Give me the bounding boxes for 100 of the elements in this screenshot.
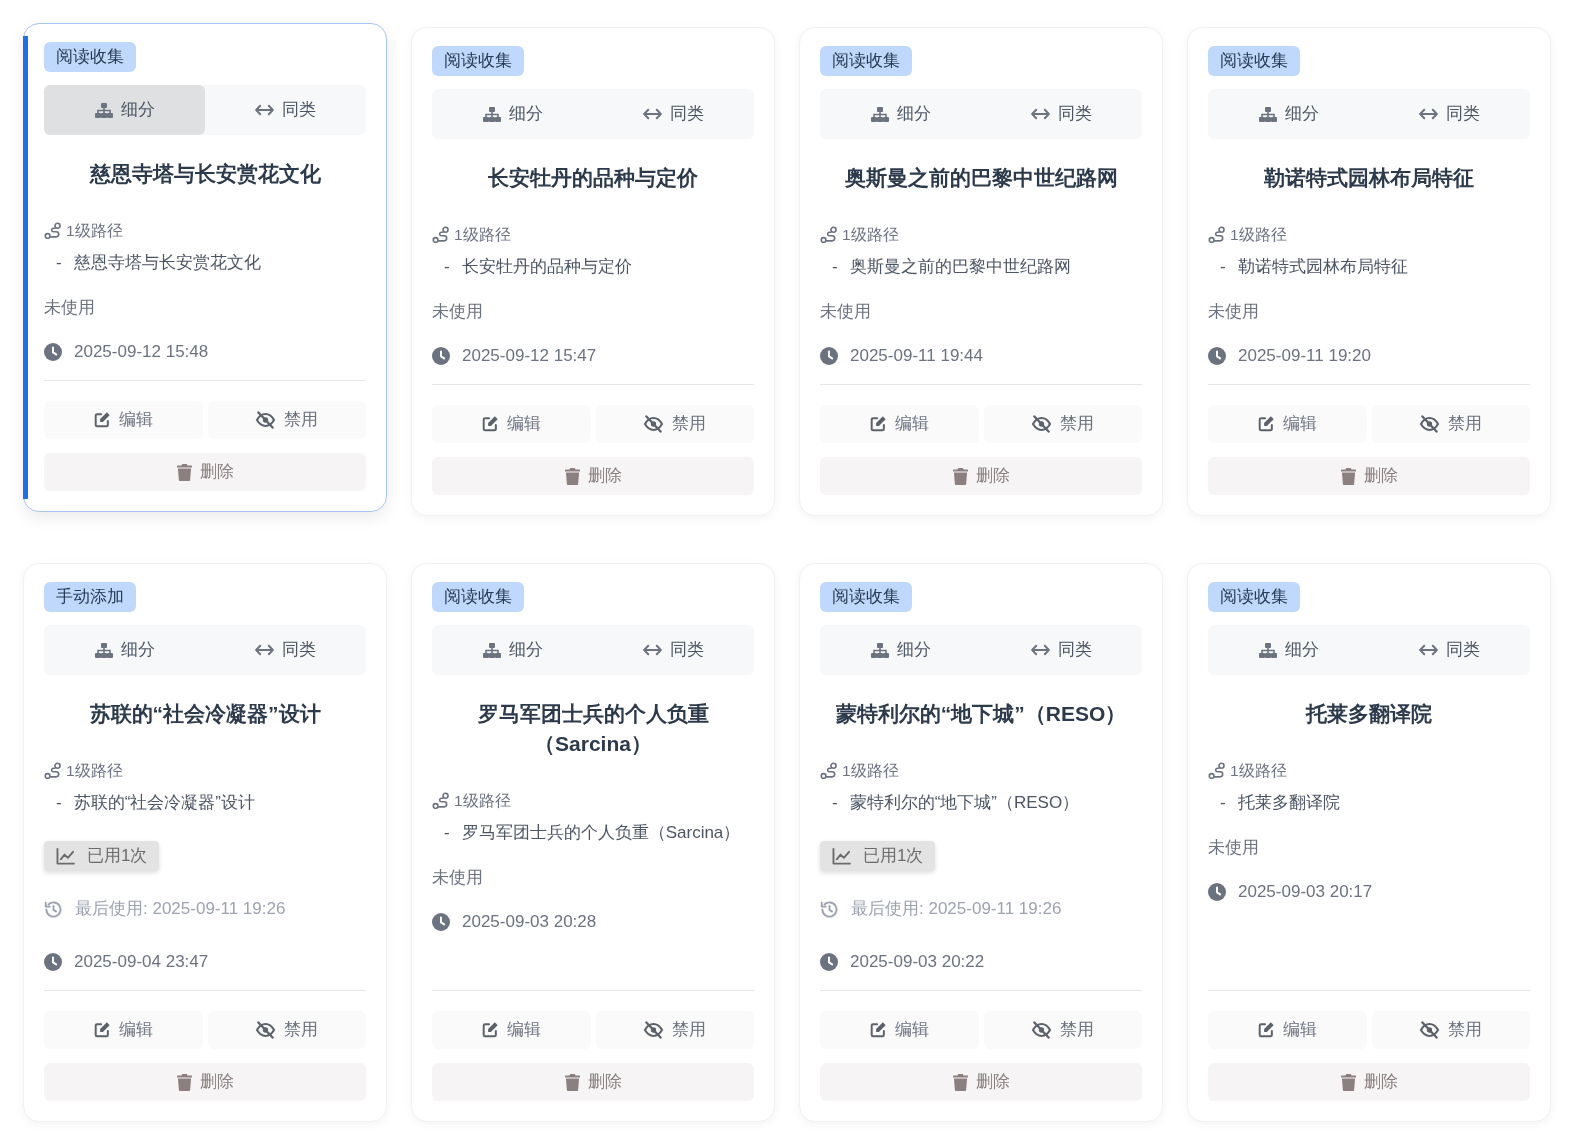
list-dash: - — [1220, 792, 1226, 814]
category-tag: 阅读收集 — [432, 582, 524, 612]
sitemap-icon — [1258, 642, 1277, 658]
path-level-label: 1级路径 — [66, 761, 123, 781]
list-dash: - — [444, 822, 450, 844]
delete-button[interactable]: 删除 — [432, 457, 754, 495]
edit-icon — [93, 411, 112, 429]
edit-icon — [93, 1021, 112, 1039]
edit-button[interactable]: 编辑 — [44, 1011, 203, 1049]
view-tab[interactable]: 同类 — [1369, 89, 1530, 139]
trash-icon — [952, 467, 968, 485]
created-time: 2025-09-12 15:48 — [74, 341, 209, 363]
created-time: 2025-09-03 20:22 — [850, 951, 985, 973]
view-tab[interactable]: 细分 — [44, 85, 205, 135]
path-level-label: 1级路径 — [66, 221, 123, 241]
trash-icon — [564, 467, 580, 485]
path-item: 慈恩寺塔与长安赏花文化 — [73, 252, 261, 274]
edit-button[interactable]: 编辑 — [432, 1011, 591, 1049]
view-tab[interactable]: 细分 — [432, 89, 593, 139]
usage-count: 已用1次 — [87, 845, 148, 868]
clock-icon — [432, 347, 450, 365]
clock-icon — [1208, 347, 1226, 365]
category-tag: 阅读收集 — [1208, 46, 1300, 76]
category-tag: 阅读收集 — [432, 46, 524, 76]
last-used-time: 最后使用: 2025-09-11 19:26 — [75, 898, 286, 920]
view-tab[interactable]: 细分 — [820, 625, 981, 675]
trash-icon — [176, 1073, 192, 1091]
delete-button[interactable]: 删除 — [44, 1063, 366, 1101]
disable-button[interactable]: 禁用 — [595, 1011, 754, 1049]
disable-button[interactable]: 禁用 — [207, 1011, 366, 1049]
view-tab[interactable]: 细分 — [820, 89, 981, 139]
path-item: 罗马军团士兵的个人负重（Sarcina） — [461, 822, 741, 844]
sitemap-icon — [870, 642, 889, 658]
view-tab[interactable]: 同类 — [981, 89, 1142, 139]
trash-icon — [952, 1073, 968, 1091]
delete-button[interactable]: 删除 — [820, 1063, 1142, 1101]
clock-icon — [44, 953, 62, 971]
disable-button[interactable]: 禁用 — [595, 405, 754, 443]
edit-button[interactable]: 编辑 — [432, 405, 591, 443]
eye-slash-icon — [643, 1021, 665, 1039]
trash-icon — [176, 463, 192, 481]
left-right-arrow-icon — [1031, 644, 1050, 656]
card-title: 托莱多翻译院 — [1304, 701, 1433, 727]
view-tab[interactable]: 细分 — [1208, 89, 1369, 139]
view-tab[interactable]: 同类 — [593, 89, 754, 139]
list-dash: - — [56, 792, 62, 814]
card-title: 蒙特利尔的“地下城”（RESO） — [834, 701, 1128, 727]
eye-slash-icon — [255, 411, 277, 429]
delete-button[interactable]: 删除 — [820, 457, 1142, 495]
disable-button[interactable]: 禁用 — [1371, 405, 1530, 443]
category-tag: 阅读收集 — [1208, 582, 1300, 612]
left-right-arrow-icon — [1031, 108, 1050, 120]
list-dash: - — [56, 252, 62, 274]
usage-status: 未使用 — [1208, 837, 1260, 859]
view-tab[interactable]: 细分 — [1208, 625, 1369, 675]
clock-icon — [1208, 883, 1226, 901]
usage-status: 未使用 — [820, 301, 872, 323]
disable-button[interactable]: 禁用 — [1371, 1011, 1530, 1049]
left-right-arrow-icon — [643, 108, 662, 120]
delete-button[interactable]: 删除 — [1208, 457, 1530, 495]
eye-slash-icon — [1419, 1021, 1441, 1039]
view-tab[interactable]: 同类 — [205, 85, 366, 135]
view-tab[interactable]: 同类 — [593, 625, 754, 675]
edit-button[interactable]: 编辑 — [44, 401, 203, 439]
card-title: 奥斯曼之前的巴黎中世纪路网 — [843, 165, 1119, 191]
edit-button[interactable]: 编辑 — [820, 1011, 979, 1049]
clock-icon — [432, 913, 450, 931]
edit-icon — [1257, 415, 1276, 433]
view-tab[interactable]: 细分 — [432, 625, 593, 675]
path-item: 蒙特利尔的“地下城”（RESO） — [849, 792, 1080, 814]
created-time: 2025-09-11 19:44 — [850, 345, 983, 367]
history-icon — [820, 899, 839, 919]
route-icon — [1208, 762, 1226, 780]
clock-icon — [820, 953, 838, 971]
delete-button[interactable]: 删除 — [44, 453, 366, 491]
left-right-arrow-icon — [643, 644, 662, 656]
route-icon — [820, 226, 838, 244]
edit-button[interactable]: 编辑 — [1208, 405, 1367, 443]
delete-button[interactable]: 删除 — [432, 1063, 754, 1101]
route-icon — [820, 762, 838, 780]
clock-icon — [44, 343, 62, 361]
path-level-label: 1级路径 — [1230, 225, 1287, 245]
history-icon — [44, 899, 63, 919]
edit-button[interactable]: 编辑 — [820, 405, 979, 443]
view-tab[interactable]: 同类 — [981, 625, 1142, 675]
eye-slash-icon — [1031, 1021, 1053, 1039]
card-title: 苏联的“社会冷凝器”设计 — [88, 701, 322, 727]
view-tab[interactable]: 同类 — [1369, 625, 1530, 675]
view-tab[interactable]: 细分 — [44, 625, 205, 675]
created-time: 2025-09-03 20:28 — [462, 911, 597, 933]
delete-button[interactable]: 删除 — [1208, 1063, 1530, 1101]
sitemap-icon — [482, 642, 501, 658]
line-chart-icon — [56, 847, 75, 865]
path-level-label: 1级路径 — [842, 225, 899, 245]
disable-button[interactable]: 禁用 — [983, 1011, 1142, 1049]
card-title: 罗马军团士兵的个人负重（Sarcina） — [476, 701, 710, 757]
disable-button[interactable]: 禁用 — [207, 401, 366, 439]
disable-button[interactable]: 禁用 — [983, 405, 1142, 443]
view-tab[interactable]: 同类 — [205, 625, 366, 675]
edit-button[interactable]: 编辑 — [1208, 1011, 1367, 1049]
